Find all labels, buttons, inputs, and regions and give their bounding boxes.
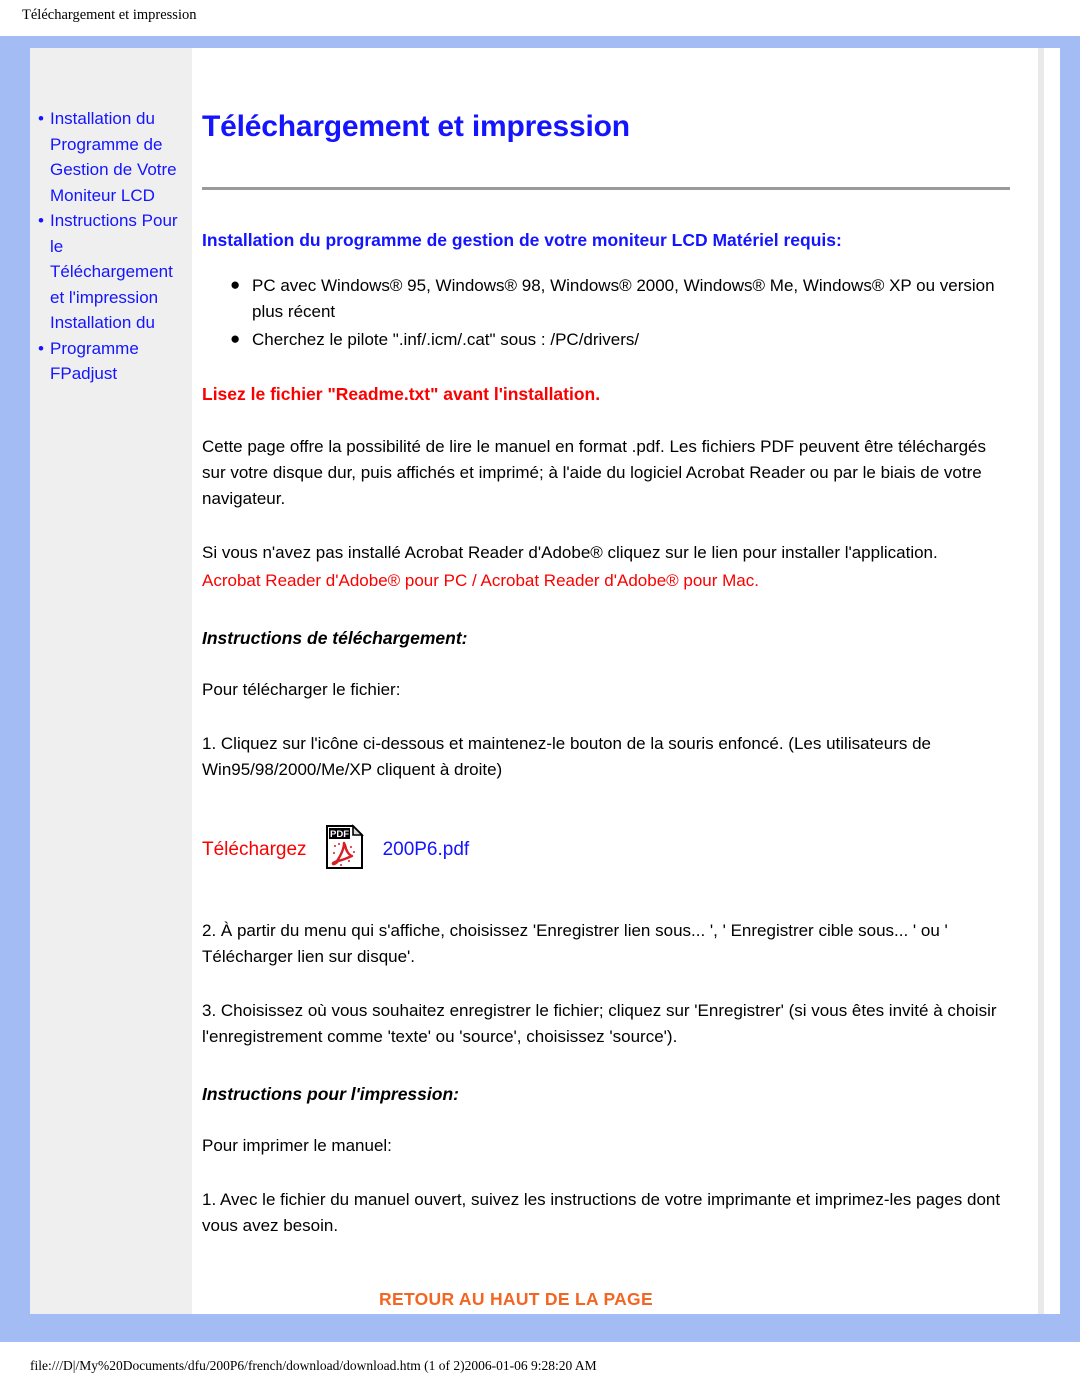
sidebar-list: • Installation du Programme de Gestion d… (32, 106, 186, 387)
print-intro: Pour imprimer le manuel: (202, 1136, 392, 1156)
svg-text:PDF: PDF (330, 829, 349, 840)
back-to-top-link[interactable]: RETOUR AU HAUT DE LA PAGE (379, 1289, 653, 1309)
print-instructions-heading: Instructions pour l'impression: (202, 1084, 459, 1105)
pdf-file-icon[interactable]: PDF (325, 823, 365, 876)
bullet-icon: • (38, 338, 44, 358)
sidebar-item-label: Installation du Programme de Gestion de … (50, 109, 177, 205)
link-separator: / (467, 571, 481, 591)
list-item: ● Cherchez le pilote ".inf/.icm/.cat" so… (230, 327, 1010, 353)
acrobat-reader-pc-link[interactable]: Acrobat Reader d'Adobe® pour PC (202, 571, 467, 590)
download-link-label[interactable]: Téléchargez (202, 839, 307, 861)
download-step-1: 1. Cliquez sur l'icône ci-dessous et mai… (202, 734, 931, 780)
sidebar-item-label: Programme FPadjust (50, 338, 139, 384)
scroll-gutter[interactable] (1038, 48, 1060, 1314)
download-file-name[interactable]: 200P6.pdf (383, 839, 470, 861)
bullet-icon: ● (230, 329, 241, 349)
bullet-icon: • (38, 109, 44, 128)
acrobat-reader-mac-link[interactable]: Acrobat Reader d'Adobe® pour Mac. (481, 571, 759, 590)
sidebar-item-download-print[interactable]: • Instructions Pour le Téléchargement et… (32, 208, 186, 336)
sidebar-nav: • Installation du Programme de Gestion d… (30, 48, 192, 1314)
main-content: Téléchargement et impression Installatio… (192, 48, 1038, 1314)
requirement-text: Cherchez le pilote ".inf/.icm/.cat" sous… (252, 330, 640, 350)
back-to-top-wrapper: RETOUR AU HAUT DE LA PAGE (202, 1289, 1010, 1310)
page-frame: • Installation du Programme de Gestion d… (0, 36, 1080, 1342)
requirements-list: ● PC avec Windows® 95, Windows® 98, Wind… (202, 273, 1010, 353)
driver-install-heading: Installation du programme de gestion de … (202, 229, 842, 250)
requirement-text: PC avec Windows® 95, Windows® 98, Window… (252, 276, 995, 322)
acrobat-intro-paragraph: Si vous n'avez pas installé Acrobat Read… (202, 543, 938, 563)
document-body: • Installation du Programme de Gestion d… (30, 48, 1060, 1314)
acrobat-links-row: Acrobat Reader d'Adobe® pour PC / Acroba… (202, 568, 1010, 594)
sidebar-item-label: Instructions Pour le Téléchargement et l… (50, 211, 178, 332)
download-link-row: Téléchargez PDF 200P6.pdf (202, 823, 1010, 876)
bullet-icon: ● (230, 275, 241, 295)
readme-warning: Lisez le fichier "Readme.txt" avant l'in… (202, 384, 601, 405)
pdf-intro-paragraph: Cette page offre la possibilité de lire … (202, 437, 987, 509)
download-instructions-heading: Instructions de téléchargement: (202, 628, 468, 649)
bullet-icon: • (38, 211, 44, 230)
download-step-2: 2. À partir du menu qui s'affiche, chois… (202, 921, 948, 967)
download-step-3: 3. Choisissez où vous souhaitez enregist… (202, 1001, 997, 1047)
footer-file-path: file:///D|/My%20Documents/dfu/200P6/fren… (30, 1358, 597, 1373)
title-divider (202, 186, 1010, 190)
list-item: ● PC avec Windows® 95, Windows® 98, Wind… (230, 273, 1010, 325)
print-step-1: 1. Avec le fichier du manuel ouvert, sui… (202, 1190, 1001, 1236)
sidebar-item-fpadjust[interactable]: • Programme FPadjust (32, 336, 186, 387)
download-intro: Pour télécharger le fichier: (202, 680, 401, 700)
page-title: Téléchargement et impression (202, 110, 630, 143)
running-head: Téléchargement et impression (22, 7, 197, 23)
sidebar-item-driver-install[interactable]: • Installation du Programme de Gestion d… (32, 106, 186, 208)
